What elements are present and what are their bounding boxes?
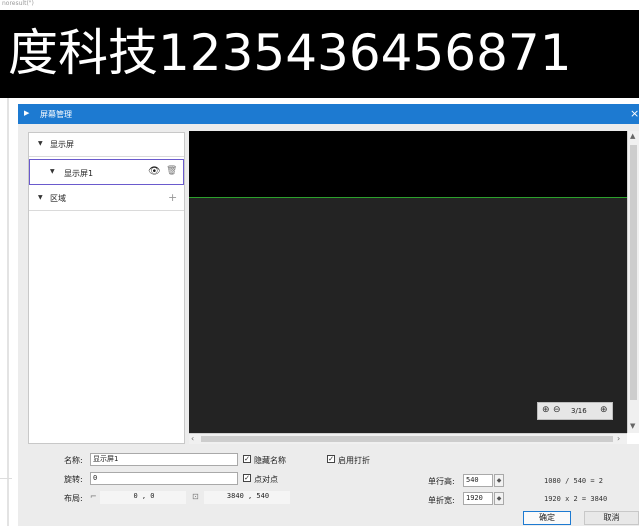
caret-down-icon[interactable]: ▼ xyxy=(38,194,43,201)
horizontal-scrollbar[interactable]: ‹ › xyxy=(189,433,627,444)
scroll-up-icon[interactable]: ▲ xyxy=(630,132,635,140)
layout-size: 3840 , 540 xyxy=(204,491,290,504)
fit-icon[interactable]: ⊕ xyxy=(600,405,608,415)
rotate-label: 旋转: xyxy=(64,475,83,484)
row-height-input[interactable]: 540 xyxy=(463,474,493,487)
eye-icon[interactable]: 👁 xyxy=(148,166,161,177)
tree-node-label: 显示屏 xyxy=(50,140,74,149)
monitor-icon: ▶ xyxy=(24,109,30,117)
fold-width-stepper[interactable]: ◆ xyxy=(494,492,504,505)
tree-node-region[interactable]: ▼ 区域 + xyxy=(29,187,184,211)
scrollbar-thumb[interactable] xyxy=(630,145,637,400)
fold-width-formula: 1920 x 2 = 3840 xyxy=(544,495,608,503)
name-input[interactable]: 显示屏1 xyxy=(90,453,238,466)
scroll-left-icon[interactable]: ‹ xyxy=(191,434,194,443)
tree-node-screens[interactable]: ▼ 显示屏 xyxy=(29,133,184,157)
tree-node-label: 显示屏1 xyxy=(64,169,94,178)
dialog-titlebar[interactable]: ▶ 屏幕管理 × xyxy=(18,104,639,124)
fold-width-label: 单折宽: xyxy=(428,496,455,505)
rotate-input[interactable]: 0 xyxy=(90,472,238,485)
screen-boundary-line xyxy=(189,197,627,198)
dialog-title: 屏幕管理 xyxy=(40,110,72,119)
screen-preview-block[interactable] xyxy=(189,131,627,197)
row-height-label: 单行高: xyxy=(428,477,455,486)
banner-text: 度科技1235436456871 xyxy=(0,10,639,98)
trash-icon[interactable]: 🗑 xyxy=(166,166,177,176)
fold-width-input[interactable]: 1920 xyxy=(463,492,493,505)
tree-node-screen1[interactable]: ▼ 显示屏1 👁 🗑 xyxy=(29,159,184,185)
point-to-point-label: 点对点 xyxy=(254,475,278,484)
preview-area: ⊕ ⊖ 3/16 ⊕ ▲ ▼ ‹ › xyxy=(189,131,639,444)
zoom-toolbar: ⊕ ⊖ 3/16 ⊕ xyxy=(537,402,613,420)
ok-button[interactable]: 确定 xyxy=(523,511,571,525)
row-height-stepper[interactable]: ◆ xyxy=(494,474,504,487)
tree-node-label: 区域 xyxy=(50,194,66,203)
row-height-formula: 1080 / 540 = 2 xyxy=(544,477,604,485)
point-to-point-checkbox[interactable]: ✓ xyxy=(243,474,251,482)
layout-position: 0 , 0 xyxy=(100,491,186,504)
preview-canvas[interactable]: ⊕ ⊖ 3/16 ⊕ xyxy=(189,131,627,433)
plus-icon[interactable]: + xyxy=(168,191,177,204)
zoom-level: 3/16 xyxy=(571,407,587,415)
size-icon: ⊡ xyxy=(192,492,199,501)
left-edge-strip xyxy=(7,98,9,526)
vertical-scrollbar[interactable]: ▲ ▼ xyxy=(627,131,639,433)
zoom-in-icon[interactable]: ⊕ xyxy=(542,405,550,415)
hide-name-label: 隐藏名称 xyxy=(254,456,286,465)
name-label: 名称: xyxy=(64,456,83,465)
left-edge-panel xyxy=(0,478,12,527)
cancel-button[interactable]: 取消 xyxy=(584,511,639,525)
screen-tree: ▼ 显示屏 ▼ 显示屏1 👁 🗑 ▼ 区域 + xyxy=(28,132,185,444)
caret-down-icon[interactable]: ▼ xyxy=(38,140,43,147)
window-caption: noresult(") xyxy=(2,0,34,7)
layout-label: 布局: xyxy=(64,494,83,503)
enable-fold-checkbox[interactable]: ✓ xyxy=(327,455,335,463)
zoom-out-icon[interactable]: ⊖ xyxy=(553,405,561,415)
caret-down-icon[interactable]: ▼ xyxy=(50,168,55,175)
scroll-right-icon[interactable]: › xyxy=(617,434,620,443)
scroll-down-icon[interactable]: ▼ xyxy=(630,422,635,430)
enable-fold-label: 启用打折 xyxy=(338,456,370,465)
close-icon[interactable]: × xyxy=(630,107,639,120)
hide-name-checkbox[interactable]: ✓ xyxy=(243,455,251,463)
scrollbar-thumb[interactable] xyxy=(201,436,613,442)
position-icon: ⌐ xyxy=(90,492,97,501)
